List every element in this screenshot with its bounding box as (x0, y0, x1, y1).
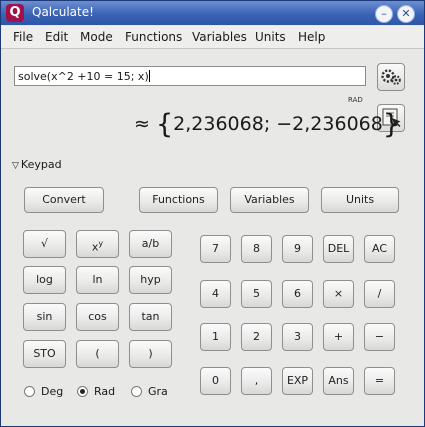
menu-mode[interactable]: Mode (80, 30, 113, 44)
multiply-button[interactable]: × (323, 280, 354, 308)
app-icon: Q (6, 4, 24, 22)
digit-2-button[interactable]: 2 (241, 323, 272, 351)
minimize-button[interactable]: – (375, 5, 393, 23)
delete-button[interactable]: DEL (323, 235, 354, 263)
exp-button[interactable]: EXP (282, 367, 313, 395)
sin-button[interactable]: sin (23, 303, 66, 331)
digit-8-button[interactable]: 8 (241, 235, 272, 263)
divide-button[interactable]: / (364, 280, 395, 308)
expander-triangle-icon: ▽ (12, 161, 19, 171)
digit-9-button[interactable]: 9 (282, 235, 313, 263)
menu-edit[interactable]: Edit (45, 30, 68, 44)
functions-button[interactable]: Functions (139, 187, 218, 213)
ans-button[interactable]: Ans (323, 367, 354, 395)
digit-4-button[interactable]: 4 (200, 280, 231, 308)
open-brace: { (155, 109, 174, 140)
close-paren-button[interactable]: ) (129, 340, 172, 368)
radio-rad-label: Rad (94, 385, 116, 398)
radio-gra[interactable]: Gra (131, 385, 168, 398)
sqrt-button[interactable]: √ (23, 230, 66, 258)
gears-icon (381, 69, 401, 85)
plus-button[interactable]: + (323, 323, 354, 351)
approx-sign: ≈ (134, 113, 150, 135)
units-button[interactable]: Units (321, 187, 399, 213)
digit-0-button[interactable]: 0 (200, 367, 231, 395)
keypad-expander[interactable]: ▽ Keypad (12, 158, 62, 171)
expression-input[interactable]: solve(x^2 +10 = 15; x) (14, 66, 366, 86)
convert-button[interactable]: Convert (24, 187, 104, 213)
all-clear-button[interactable]: AC (364, 235, 395, 263)
fraction-button[interactable]: a/b (129, 230, 172, 258)
variables-button[interactable]: Variables (230, 187, 309, 213)
angle-mode-indicator: RAD (348, 96, 363, 104)
digit-5-button[interactable]: 5 (241, 280, 272, 308)
power-exponent: y (98, 239, 104, 248)
menu-bar: File Edit Mode Functions Variables Units… (1, 26, 424, 49)
power-button[interactable]: xy (76, 230, 119, 258)
radio-deg[interactable]: Deg (24, 385, 63, 398)
open-paren-button[interactable]: ( (76, 340, 119, 368)
log-button[interactable]: log (23, 266, 66, 294)
title-bar[interactable]: Q Qalculate! – ✕ (1, 1, 424, 25)
radio-deg-indicator (24, 386, 35, 397)
text-caret (148, 70, 150, 82)
result-display: ≈ {2,236068; −2,236068} (134, 109, 400, 140)
digit-1-button[interactable]: 1 (200, 323, 231, 351)
menu-functions[interactable]: Functions (125, 30, 182, 44)
digit-3-button[interactable]: 3 (282, 323, 313, 351)
ln-button[interactable]: ln (76, 266, 119, 294)
menu-file[interactable]: File (13, 30, 33, 44)
sto-button[interactable]: STO (23, 340, 66, 368)
radio-gra-indicator (131, 386, 142, 397)
decimal-comma-button[interactable]: , (241, 367, 272, 395)
execute-button[interactable] (377, 63, 405, 91)
tan-button[interactable]: tan (129, 303, 172, 331)
digit-6-button[interactable]: 6 (282, 280, 313, 308)
keypad-label: Keypad (20, 158, 62, 171)
radio-rad[interactable]: Rad (77, 385, 115, 398)
window-title: Qalculate! (32, 5, 94, 19)
qalculate-window: Q Qalculate! – ✕ File Edit Mode Function… (0, 0, 425, 427)
radio-gra-label: Gra (148, 385, 168, 398)
close-brace: } (382, 109, 401, 140)
result-value: 2,236068; −2,236068 (173, 113, 383, 135)
radio-rad-indicator (77, 386, 88, 397)
equals-button[interactable]: = (364, 367, 395, 395)
expression-text: solve(x^2 +10 = 15; x) (18, 70, 149, 83)
hyp-button[interactable]: hyp (129, 266, 172, 294)
menu-variables[interactable]: Variables (192, 30, 247, 44)
menu-units[interactable]: Units (255, 30, 286, 44)
close-button[interactable]: ✕ (397, 5, 415, 23)
digit-7-button[interactable]: 7 (200, 235, 231, 263)
menu-help[interactable]: Help (298, 30, 325, 44)
minus-button[interactable]: − (364, 323, 395, 351)
cos-button[interactable]: cos (76, 303, 119, 331)
radio-deg-label: Deg (41, 385, 64, 398)
